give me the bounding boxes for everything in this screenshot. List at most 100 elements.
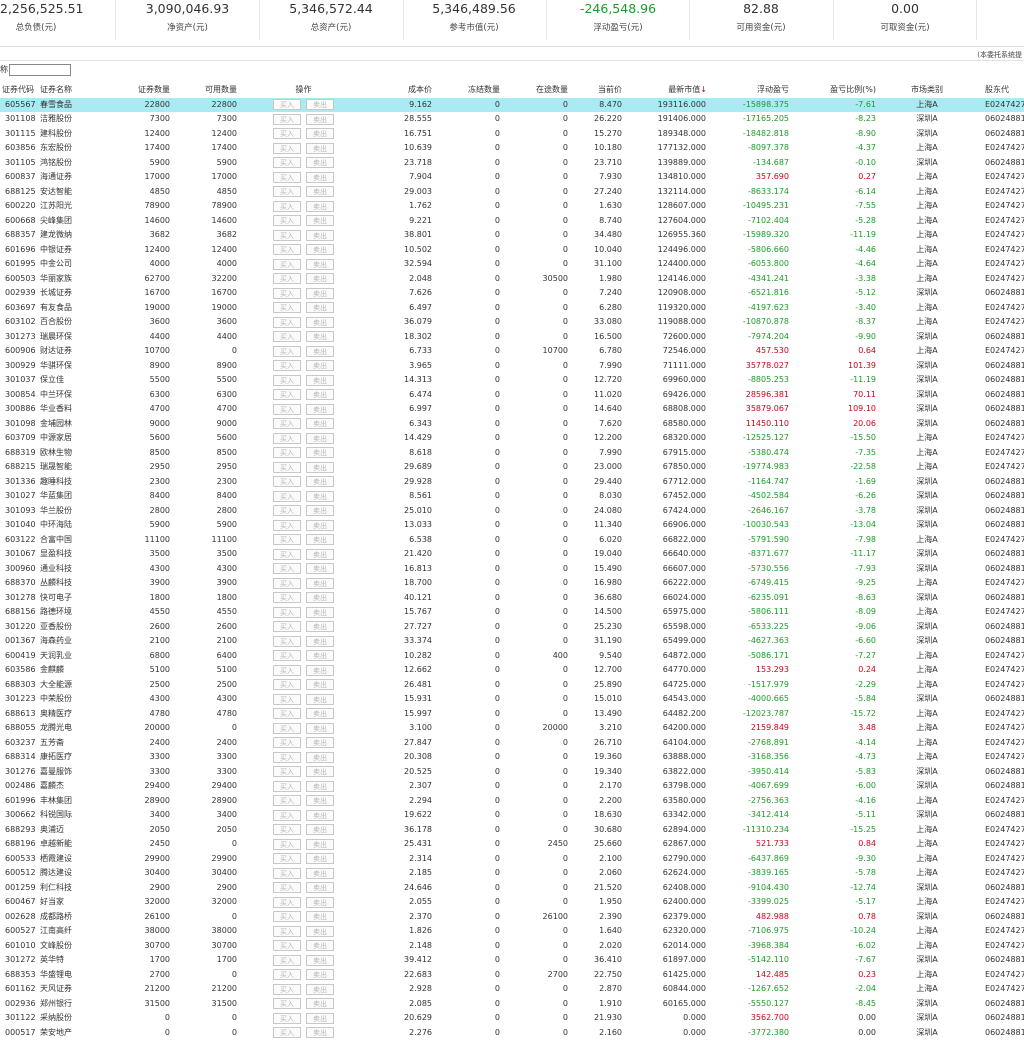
buy-button[interactable]: 买入 (273, 969, 301, 980)
table-row[interactable]: 600220江苏阳光78900789001.762001.630128607.0… (0, 199, 1024, 214)
buy-button[interactable]: 买入 (273, 795, 301, 806)
table-row[interactable]: 688370丛麟科技3900390018.7000016.98066222.00… (0, 576, 1024, 591)
sell-button[interactable]: 卖出 (306, 650, 334, 661)
sell-button[interactable]: 卖出 (306, 331, 334, 342)
buy-button[interactable]: 买入 (273, 389, 301, 400)
sell-button[interactable]: 卖出 (306, 302, 334, 313)
sell-button[interactable]: 卖出 (306, 868, 334, 879)
sell-button[interactable]: 卖出 (306, 520, 334, 531)
table-row[interactable]: 603102百合股份3600360036.0790033.080119088.0… (0, 315, 1024, 330)
buy-button[interactable]: 买入 (273, 621, 301, 632)
buy-button[interactable]: 买入 (273, 462, 301, 473)
sell-button[interactable]: 卖出 (306, 360, 334, 371)
table-row[interactable]: 688303大全能源2500250026.4810025.89064725.00… (0, 678, 1024, 693)
column-header-floating-pnl[interactable]: 浮动盈亏 (722, 83, 789, 98)
table-row[interactable]: 603586金麒麟5100510012.6620012.70064770.000… (0, 663, 1024, 678)
buy-button[interactable]: 买入 (273, 230, 301, 241)
buy-button[interactable]: 买入 (273, 578, 301, 589)
sell-button[interactable]: 卖出 (306, 476, 334, 487)
column-header-market-type[interactable]: 市场类别 (900, 83, 954, 98)
table-row[interactable]: 002486嘉麟杰29400294002.307002.17063798.000… (0, 779, 1024, 794)
table-row[interactable]: 301105鸿铭股份5900590023.7180023.710139889.0… (0, 156, 1024, 171)
buy-button[interactable]: 买入 (273, 926, 301, 937)
buy-button[interactable]: 买入 (273, 433, 301, 444)
sell-button[interactable]: 卖出 (306, 128, 334, 139)
table-row[interactable]: 002939长城证券16700167007.626007.240120908.0… (0, 286, 1024, 301)
buy-button[interactable]: 买入 (273, 491, 301, 502)
buy-button[interactable]: 买入 (273, 723, 301, 734)
table-row[interactable]: 301278快可电子1800180040.1210036.68066024.00… (0, 591, 1024, 606)
sell-button[interactable]: 卖出 (306, 853, 334, 864)
sell-button[interactable]: 卖出 (306, 882, 334, 893)
sell-button[interactable]: 卖出 (306, 375, 334, 386)
buy-button[interactable]: 买入 (273, 868, 301, 879)
table-row[interactable]: 603697有友食品19000190006.497006.280119320.0… (0, 301, 1024, 316)
buy-button[interactable]: 买入 (273, 998, 301, 1009)
buy-button[interactable]: 买入 (273, 882, 301, 893)
column-header-available[interactable]: 可用数量 (185, 83, 237, 98)
sell-button[interactable]: 卖出 (306, 708, 334, 719)
buy-button[interactable]: 买入 (273, 1027, 301, 1038)
buy-button[interactable]: 买入 (273, 114, 301, 125)
buy-button[interactable]: 买入 (273, 534, 301, 545)
buy-button[interactable]: 买入 (273, 404, 301, 415)
buy-button[interactable]: 买入 (273, 940, 301, 951)
table-row[interactable]: 600837海通证券17000170007.904007.930134810.0… (0, 170, 1024, 185)
table-row[interactable]: 301272英华特1700170039.4120036.41061897.000… (0, 953, 1024, 968)
sell-button[interactable]: 卖出 (306, 230, 334, 241)
sell-button[interactable]: 卖出 (306, 317, 334, 328)
table-row[interactable]: 601162天风证券21200212002.928002.87060844.00… (0, 982, 1024, 997)
table-row[interactable]: 600533栖霞建设29900299002.314002.10062790.00… (0, 852, 1024, 867)
sell-button[interactable]: 卖出 (306, 766, 334, 777)
buy-button[interactable]: 买入 (273, 824, 301, 835)
buy-button[interactable]: 买入 (273, 375, 301, 386)
sell-button[interactable]: 卖出 (306, 795, 334, 806)
column-header-name[interactable]: 证券名称 (40, 83, 90, 98)
table-row[interactable]: 603709中源家居5600560014.4290012.20068320.00… (0, 431, 1024, 446)
buy-button[interactable]: 买入 (273, 636, 301, 647)
table-row[interactable]: 301336趣睡科技2300230029.9280029.44067712.00… (0, 475, 1024, 490)
sell-button[interactable]: 卖出 (306, 984, 334, 995)
table-row[interactable]: 688314康拓医疗3300330020.3080019.36063888.00… (0, 750, 1024, 765)
buy-button[interactable]: 买入 (273, 563, 301, 574)
sell-button[interactable]: 卖出 (306, 259, 334, 270)
table-row[interactable]: 603122合富中国11100111006.538006.02066822.00… (0, 533, 1024, 548)
buy-button[interactable]: 买入 (273, 244, 301, 255)
buy-button[interactable]: 买入 (273, 331, 301, 342)
sell-button[interactable]: 卖出 (306, 592, 334, 603)
table-row[interactable]: 688196卓越新能2450025.4310245025.66062867.00… (0, 837, 1024, 852)
sell-button[interactable]: 卖出 (306, 447, 334, 458)
sell-button[interactable]: 卖出 (306, 781, 334, 792)
column-header-current-price[interactable]: 当前价 (570, 83, 622, 98)
sell-button[interactable]: 卖出 (306, 940, 334, 951)
sell-button[interactable]: 卖出 (306, 505, 334, 516)
buy-button[interactable]: 买入 (273, 766, 301, 777)
sell-button[interactable]: 卖出 (306, 549, 334, 560)
sell-button[interactable]: 卖出 (306, 462, 334, 473)
table-row[interactable]: 002628成都路桥2610002.3700261002.39062379.00… (0, 910, 1024, 925)
buy-button[interactable]: 买入 (273, 128, 301, 139)
table-row[interactable]: 688357建龙微纳3682368238.8010034.480126955.3… (0, 228, 1024, 243)
sell-button[interactable]: 卖出 (306, 897, 334, 908)
table-row[interactable]: 688125安达智能4850485029.0030027.240132114.0… (0, 185, 1024, 200)
buy-button[interactable]: 买入 (273, 955, 301, 966)
buy-button[interactable]: 买入 (273, 273, 301, 284)
table-row[interactable]: 603237五芳斋2400240027.8470026.71064104.000… (0, 736, 1024, 751)
buy-button[interactable]: 买入 (273, 650, 301, 661)
buy-button[interactable]: 买入 (273, 418, 301, 429)
buy-button[interactable]: 买入 (273, 607, 301, 618)
sell-button[interactable]: 卖出 (306, 839, 334, 850)
sell-button[interactable]: 卖出 (306, 273, 334, 284)
sell-button[interactable]: 卖出 (306, 810, 334, 821)
table-row[interactable]: 688156路德环境4550455015.7670014.50065975.00… (0, 605, 1024, 620)
table-row[interactable]: 300929华骐环保890089003.965007.99071111.0003… (0, 359, 1024, 374)
table-row[interactable]: 001259利仁科技2900290024.6460021.52062408.00… (0, 881, 1024, 896)
column-header-frozen[interactable]: 冻结数量 (448, 83, 500, 98)
sell-button[interactable]: 卖出 (306, 186, 334, 197)
buy-button[interactable]: 买入 (273, 143, 301, 154)
column-header-pnl-ratio[interactable]: 盈亏比例(%) (810, 83, 876, 98)
table-row[interactable]: 301108洁雅股份7300730028.5550026.220191406.0… (0, 112, 1024, 127)
column-header-holder-id[interactable]: 股东代 (985, 83, 1024, 98)
sell-button[interactable]: 卖出 (306, 636, 334, 647)
table-row[interactable]: 301115建科股份124001240016.7510015.270189348… (0, 127, 1024, 142)
